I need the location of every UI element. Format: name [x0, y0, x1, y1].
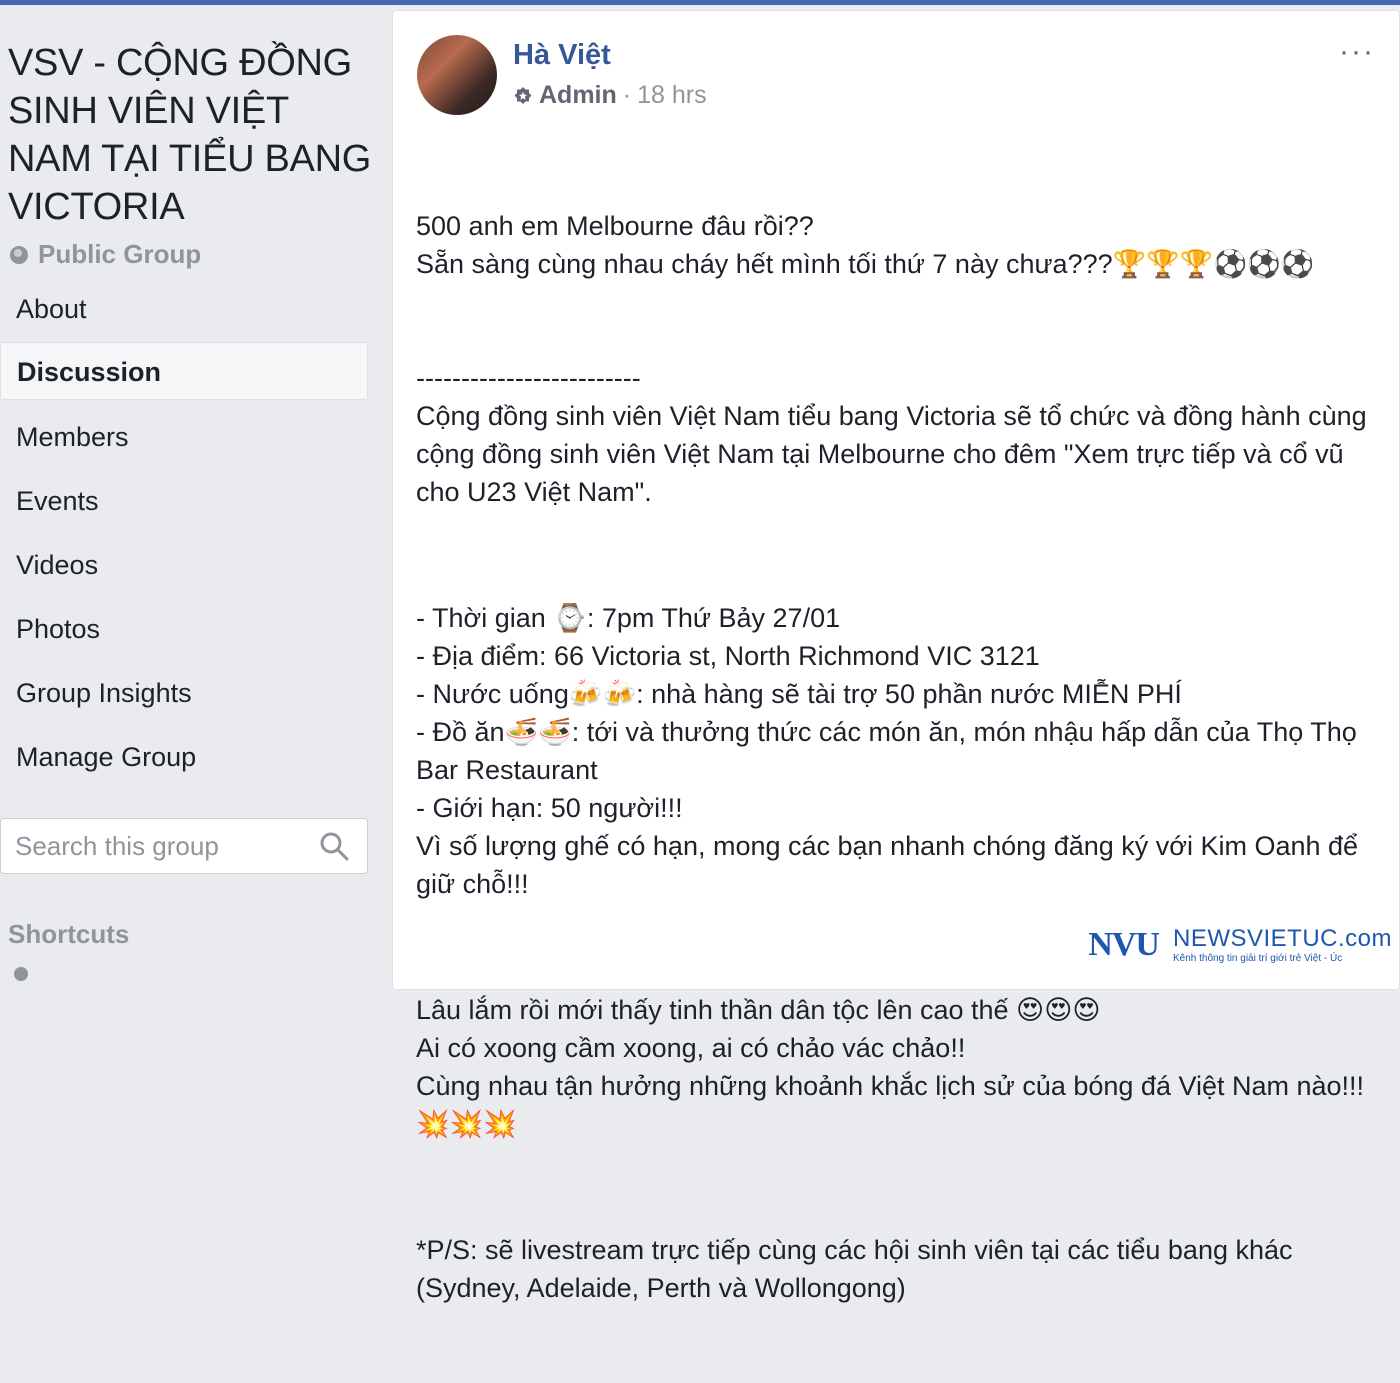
post-paragraph: *P/S: sẽ livestream trực tiếp cùng các h… [416, 1231, 1376, 1307]
meta-separator: · [623, 81, 631, 110]
post-meta: Admin · 18 hrs [513, 81, 707, 110]
globe-icon [10, 246, 28, 264]
admin-badge-icon [513, 86, 533, 106]
more-options-icon[interactable]: ··· [1339, 35, 1375, 69]
shortcut-icon[interactable] [14, 967, 28, 981]
post-paragraph: - Thời gian ⌚: 7pm Thứ Bảy 27/01 - Địa đ… [416, 599, 1376, 903]
post-paragraph: Lâu lắm rồi mới thấy tinh thần dân tộc l… [416, 991, 1376, 1143]
post-card: Hà Việt Admin · 18 hrs ··· 500 anh em Me… [392, 10, 1400, 990]
sidebar-item-members[interactable]: Members [0, 408, 368, 466]
watermark-logo: NVU [1088, 926, 1159, 964]
post-timestamp[interactable]: 18 hrs [637, 81, 706, 110]
group-search-box [0, 818, 368, 874]
search-input[interactable] [1, 830, 307, 863]
sidebar-item-photos[interactable]: Photos [0, 600, 368, 658]
post-body: 500 anh em Melbourne đâu rồi?? Sẵn sàng … [416, 131, 1376, 1383]
post-author-role: Admin [539, 81, 617, 110]
sidebar-item-videos[interactable]: Videos [0, 536, 368, 594]
search-icon[interactable] [319, 831, 349, 861]
sidebar-item-events[interactable]: Events [0, 472, 368, 530]
shortcuts-heading: Shortcuts [8, 919, 129, 950]
watermark-title: NEWSVIETUC.com [1173, 925, 1392, 953]
group-sidebar: VSV - CỘNG ĐỒNG SINH VIÊN VIỆT NAM TẠI T… [0, 5, 380, 972]
watermark-subtitle: Kênh thông tin giải trí giới trẻ Việt - … [1173, 953, 1392, 964]
avatar[interactable] [417, 35, 497, 115]
group-privacy-label: Public Group [38, 239, 201, 270]
group-privacy: Public Group [10, 239, 201, 270]
sidebar-item-discussion[interactable]: Discussion [0, 342, 368, 400]
watermark-text: NEWSVIETUC.com Kênh thông tin giải trí g… [1173, 925, 1392, 964]
sidebar-item-about[interactable]: About [0, 280, 368, 338]
watermark: NVU NEWSVIETUC.com Kênh thông tin giải t… [1088, 925, 1392, 964]
post-author[interactable]: Hà Việt [513, 39, 611, 72]
post-paragraph: 500 anh em Melbourne đâu rồi?? Sẵn sàng … [416, 207, 1376, 511]
sidebar-item-manage-group[interactable]: Manage Group [0, 728, 368, 786]
group-title[interactable]: VSV - CỘNG ĐỒNG SINH VIÊN VIỆT NAM TẠI T… [8, 39, 378, 231]
sidebar-item-group-insights[interactable]: Group Insights [0, 664, 368, 722]
